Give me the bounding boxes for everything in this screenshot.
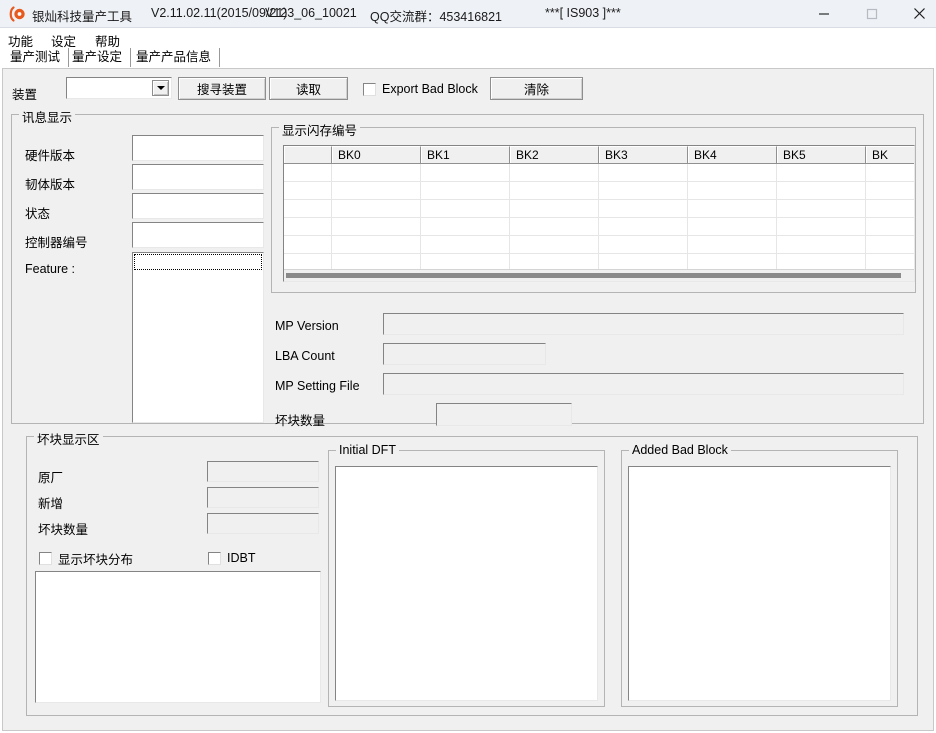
status-field[interactable] [132,193,264,219]
bad-block-display-group-title: 坏块显示区 [34,429,103,448]
firmware-version-field[interactable] [132,164,264,190]
factory-bad-block-label: 原厂 [38,467,63,486]
tab-mp-settings[interactable]: 量产设定 [65,48,131,67]
focus-rectangle [134,254,262,270]
qq-group-text: QQ交流群：453416821 [370,6,502,25]
table-header-row: BK0 BK1 BK2 BK3 BK4 BK5 BK [284,146,914,164]
show-distribution-checkbox[interactable]: 显示坏块分布 [39,550,133,566]
lba-count-field[interactable] [383,343,546,365]
export-bad-block-checkbox[interactable]: Export Bad Block [363,81,478,97]
table-row[interactable] [284,164,914,182]
bad-block-distribution-listbox[interactable] [35,571,321,703]
table-row[interactable] [284,200,914,218]
initial-dft-group-title: Initial DFT [336,443,399,457]
mp-version-label: MP Version [275,319,339,333]
added-bad-block-listbox[interactable] [628,466,891,701]
menu-bar: 功能 设定 帮助 [0,28,936,48]
total-bad-block-label: 坏块数量 [38,519,88,538]
table-header-cell[interactable]: BK1 [421,146,510,163]
hardware-version-field[interactable] [132,135,264,161]
minimize-icon[interactable] [801,0,846,27]
table-header-cell[interactable]: BK0 [332,146,421,163]
device-label: 装置 [12,84,37,103]
search-device-button[interactable]: 搜寻装置 [178,77,266,100]
app-title: 银灿科技量产工具 [32,6,132,25]
table-body [284,164,914,282]
idbt-checkbox[interactable]: IDBT [208,550,255,566]
checkbox-box[interactable] [208,552,221,565]
feature-label: Feature : [25,262,75,276]
table-header-cell[interactable]: BK [866,146,915,163]
mp-setting-file-label: MP Setting File [275,379,360,393]
new-bad-block-label: 新增 [38,493,63,512]
tab-strip: 量产测试 量产设定 量产产品信息 [0,48,936,68]
table-header-cell[interactable] [284,146,332,163]
added-bad-block-group-title: Added Bad Block [629,443,731,457]
title-bar: 银灿科技量产工具 V2.11.02.11(2015/09/21) V123_06… [0,0,936,28]
read-button[interactable]: 读取 [269,77,348,100]
tab-mp-test[interactable]: 量产测试 [3,48,69,67]
maximize-icon[interactable] [849,0,894,27]
hardware-version-label: 硬件版本 [25,145,75,164]
firmware-version-label: 韧体版本 [25,174,75,193]
horizontal-scrollbar[interactable] [284,269,914,281]
tab-mp-product-info[interactable]: 量产产品信息 [129,48,220,67]
checkbox-box[interactable] [363,83,376,96]
table-row[interactable] [284,182,914,200]
flash-id-group-title: 显示闪存编号 [279,120,360,139]
flash-id-table[interactable]: BK0 BK1 BK2 BK3 BK4 BK5 BK [283,145,915,282]
device-combobox[interactable] [66,77,172,99]
table-header-cell[interactable]: BK2 [510,146,599,163]
status-label: 状态 [25,203,50,222]
factory-bad-block-field[interactable] [207,461,319,482]
initial-dft-listbox[interactable] [335,466,598,701]
table-row[interactable] [284,218,914,236]
app-logo-icon [8,5,26,23]
new-bad-block-field[interactable] [207,487,319,508]
info-display-group-title: 讯息显示 [19,107,75,126]
bad-block-count-label: 坏块数量 [275,410,325,429]
bad-block-count-field[interactable] [436,403,572,426]
close-icon[interactable] [897,0,936,27]
mp-version-field[interactable] [383,313,904,335]
controller-number-label: 控制器编号 [25,232,88,251]
clear-button[interactable]: 清除 [490,77,583,100]
checkbox-box[interactable] [39,552,52,565]
table-header-cell[interactable]: BK4 [688,146,777,163]
table-row[interactable] [284,236,914,254]
feature-listbox[interactable] [132,252,264,423]
export-bad-block-label: Export Bad Block [382,82,478,96]
scrollbar-thumb[interactable] [286,273,901,278]
show-distribution-label: 显示坏块分布 [58,549,133,568]
table-header-cell[interactable]: BK3 [599,146,688,163]
idbt-label: IDBT [227,551,255,565]
lba-count-label: LBA Count [275,349,335,363]
table-header-cell[interactable]: BK5 [777,146,866,163]
mp-setting-file-field[interactable] [383,373,904,395]
chip-model-text: ***[ IS903 ]*** [545,6,621,20]
chevron-down-icon[interactable] [152,80,169,96]
total-bad-block-field[interactable] [207,513,319,534]
app-build: V123_06_10021 [265,6,357,20]
client-area: 装置 搜寻装置 读取 Export Bad Block 清除 讯息显示 硬件版本… [2,68,934,731]
controller-number-field[interactable] [132,222,264,248]
